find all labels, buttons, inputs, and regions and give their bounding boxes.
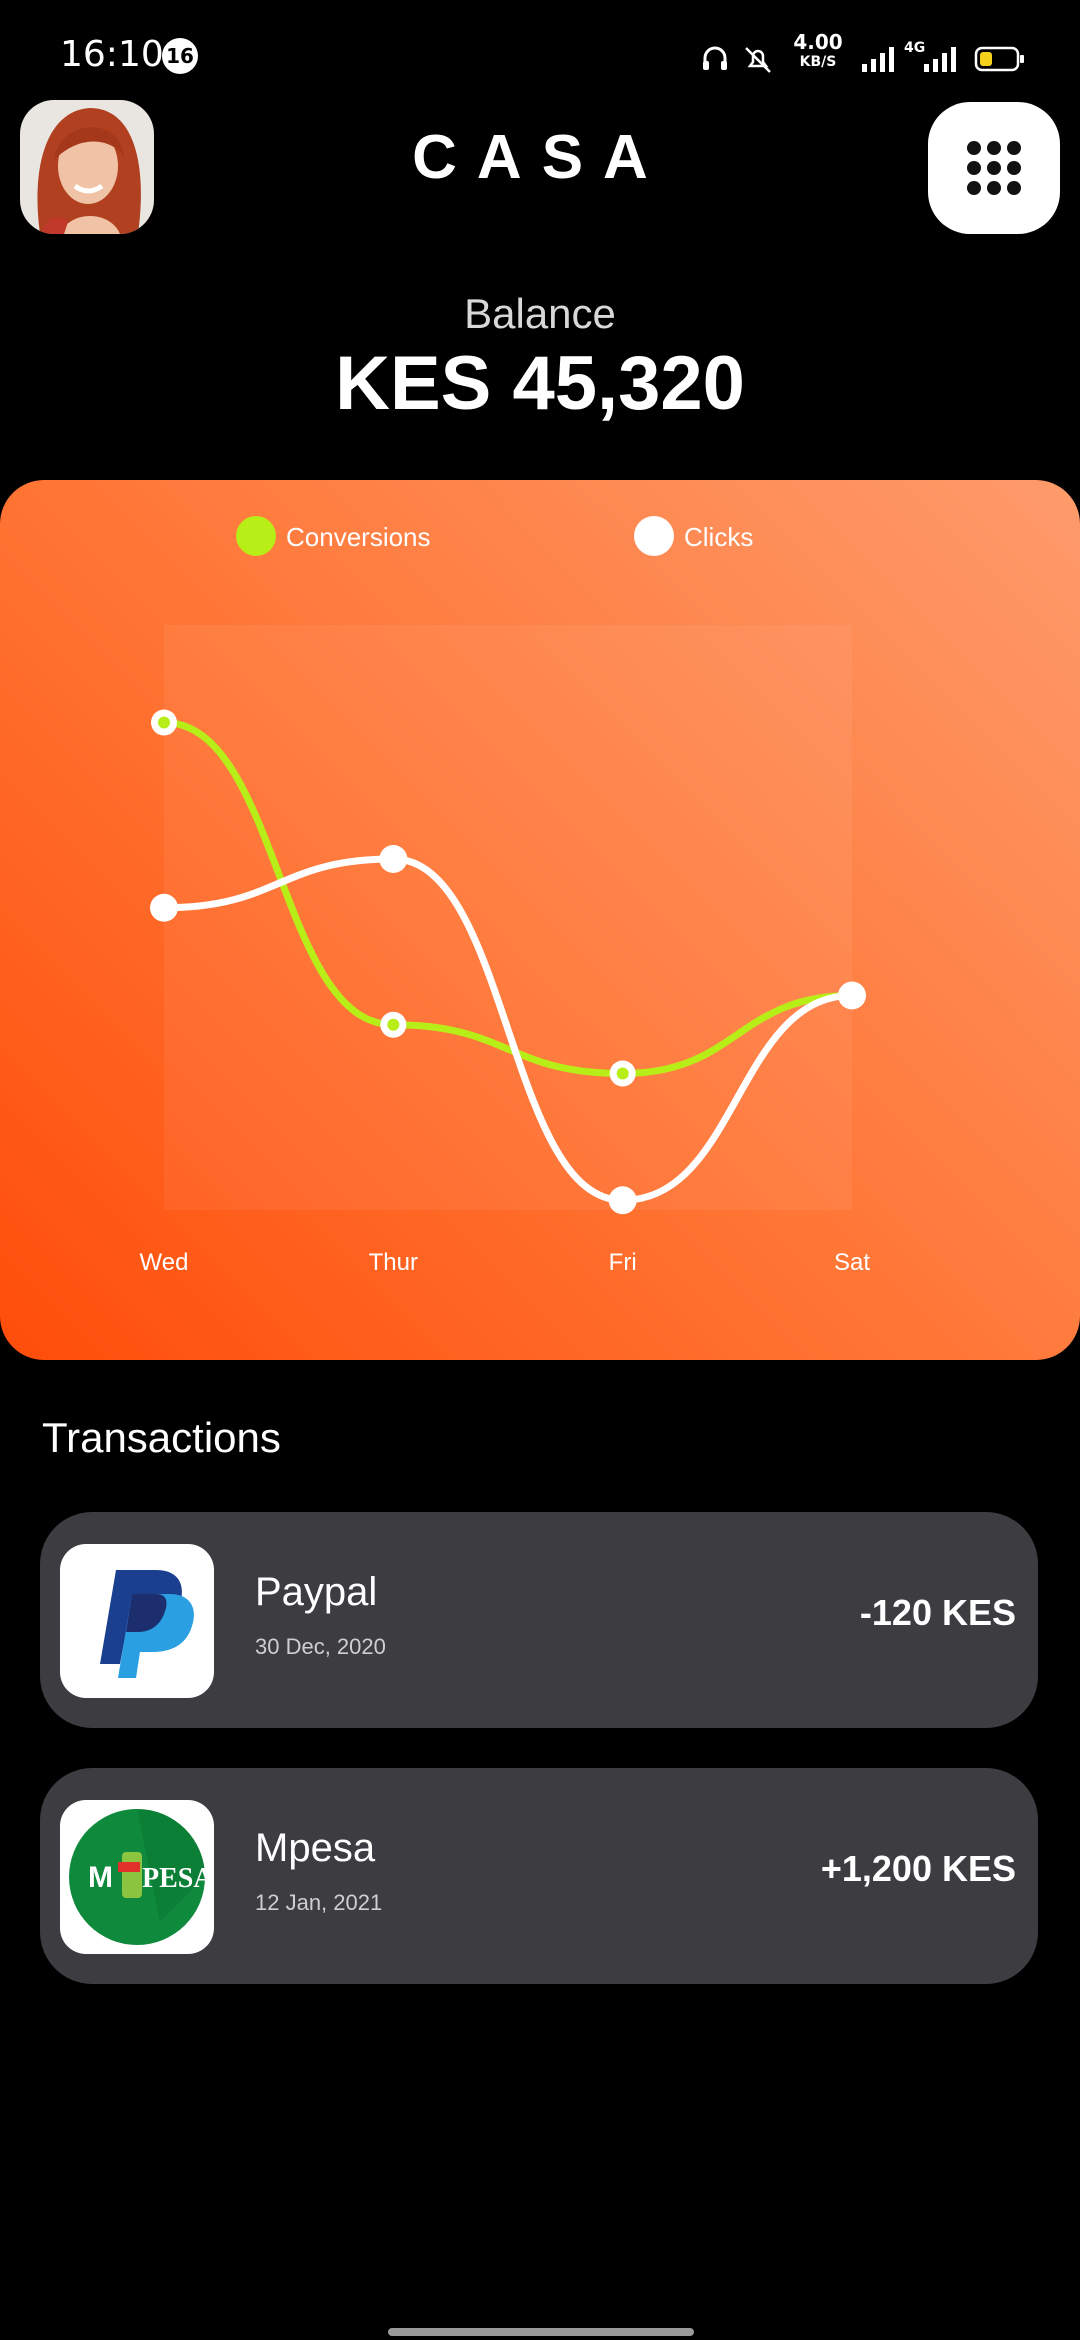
paypal-logo-icon xyxy=(60,1544,214,1698)
data-point xyxy=(379,845,408,873)
transaction-row[interactable]: M PESA Mpesa 12 Jan, 2021 +1,200 KES xyxy=(40,1768,1038,1984)
status-icons: 4.00 KB/S 4G xyxy=(700,32,1040,80)
data-point-center xyxy=(616,1067,629,1080)
status-time: 16:10 xyxy=(60,34,164,75)
signal-bars-4g-icon xyxy=(924,47,956,72)
legend-swatch xyxy=(236,516,276,556)
svg-text:M: M xyxy=(88,1861,113,1894)
mpesa-logo-icon: M PESA xyxy=(60,1800,214,1954)
x-tick-label: Wed xyxy=(140,1249,189,1276)
menu-button[interactable] xyxy=(928,102,1060,234)
x-tick-label: Thur xyxy=(369,1249,418,1276)
headphones-icon xyxy=(703,46,727,70)
legend-label: Clicks xyxy=(684,522,753,552)
grid-dots-icon xyxy=(967,141,1021,195)
plot-area xyxy=(164,625,852,1210)
home-indicator[interactable] xyxy=(388,2328,694,2336)
svg-text:PESA: PESA xyxy=(142,1863,214,1894)
balance-value: KES 45,320 xyxy=(335,341,745,426)
net-speed: 4.00 KB/S xyxy=(788,32,848,72)
chart-legend: Conversions Clicks xyxy=(236,516,753,556)
x-tick-label: Sat xyxy=(834,1249,870,1276)
transaction-row[interactable]: Paypal 30 Dec, 2020 -120 KES xyxy=(40,1512,1038,1728)
transaction-date: 12 Jan, 2021 xyxy=(255,1890,383,1915)
transaction-amount: -120 KES xyxy=(859,1592,1016,1633)
battery-icon xyxy=(974,46,1024,72)
transaction-amount: +1,200 KES xyxy=(820,1848,1016,1889)
net-speed-value: 4.00 xyxy=(793,30,843,54)
data-point xyxy=(150,893,178,922)
transactions-title: Transactions xyxy=(42,1414,281,1461)
signal-bars-icon xyxy=(862,47,894,72)
line-chart: Conversions Clicks Wed Thur Fri Sat xyxy=(140,516,871,1276)
mute-bell-icon xyxy=(745,47,771,73)
data-point xyxy=(838,981,866,1010)
chart-card: Conversions Clicks Wed Thur Fri Sat xyxy=(0,480,1080,1360)
notification-count-badge: 16 xyxy=(162,38,198,74)
data-point xyxy=(608,1186,637,1215)
legend-swatch xyxy=(634,516,674,556)
data-point-center xyxy=(387,1018,400,1031)
transaction-name: Mpesa xyxy=(255,1826,376,1870)
x-tick-label: Fri xyxy=(609,1249,637,1276)
x-axis-ticks: Wed Thur Fri Sat xyxy=(140,1249,871,1276)
net-speed-unit: KB/S xyxy=(799,54,837,70)
status-bar: 16:10 16 4.00 KB/S 4G xyxy=(0,0,1080,110)
transaction-name: Paypal xyxy=(255,1570,378,1614)
legend-label: Conversions xyxy=(286,522,431,552)
transaction-date: 30 Dec, 2020 xyxy=(255,1634,386,1659)
app-title: CASA xyxy=(412,123,668,192)
balance-label: Balance xyxy=(464,290,616,337)
data-point-center xyxy=(158,716,170,729)
